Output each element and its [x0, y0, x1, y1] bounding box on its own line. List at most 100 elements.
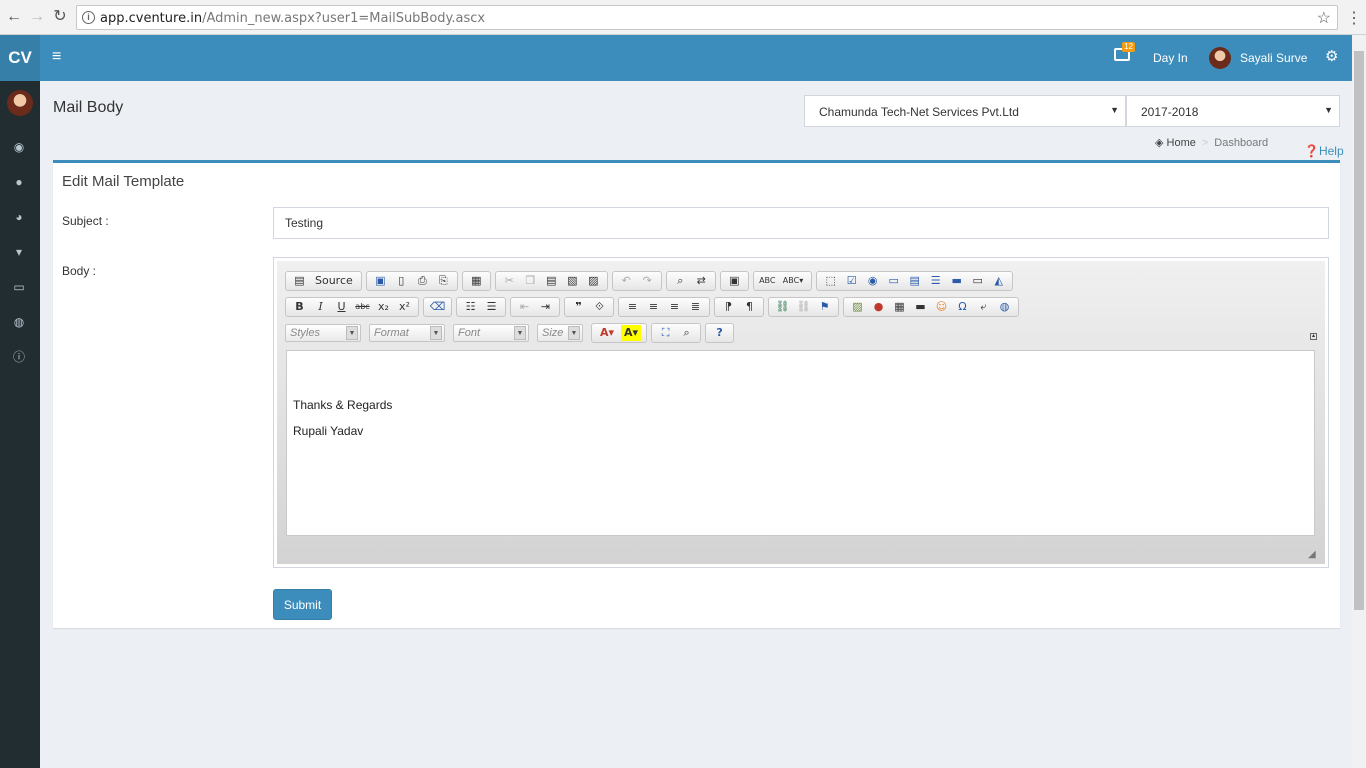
page-break-icon[interactable]: ⤶ [975, 299, 992, 315]
unlink-icon[interactable]: ⛓ [795, 299, 812, 315]
text-field-icon[interactable]: ▭ [885, 273, 902, 289]
cut-icon[interactable]: ✂ [501, 273, 518, 289]
checkbox-icon[interactable]: ☑ [843, 273, 860, 289]
scrollbar-thumb[interactable] [1354, 51, 1364, 610]
day-in-link[interactable]: Day In [1153, 51, 1188, 65]
dashboard-icon[interactable]: ◉ [11, 139, 27, 155]
paste-text-icon[interactable]: ▧ [564, 273, 581, 289]
bookmark-star-icon[interactable]: ☆ [1317, 8, 1331, 28]
copy-icon[interactable]: ❐ [522, 273, 539, 289]
sidebar-toggle-icon[interactable]: ≡ [52, 48, 61, 66]
spellcheck-icon[interactable]: ABC [759, 273, 776, 289]
new-page-icon[interactable]: ▯ [393, 273, 410, 289]
text-color-icon[interactable]: A▾ [597, 325, 617, 341]
user-avatar[interactable] [1209, 47, 1231, 69]
settings-gears-icon[interactable]: ⚙ [1325, 47, 1338, 65]
strike-icon[interactable]: abc [354, 299, 371, 315]
replace-icon[interactable]: ⇄ [693, 273, 710, 289]
underline-icon[interactable]: U [333, 299, 350, 315]
styles-dropdown[interactable]: Styles ▼ [285, 324, 361, 342]
textarea-icon[interactable]: ▤ [906, 273, 923, 289]
justify-icon[interactable]: ≣ [687, 299, 704, 315]
paste-icon[interactable]: ▤ [543, 273, 560, 289]
browser-menu-icon[interactable]: ⋮ [1346, 8, 1362, 28]
page-scrollbar[interactable] [1352, 35, 1366, 768]
print-icon[interactable]: ⎘ [435, 273, 452, 289]
indent-icon[interactable]: ⇥ [537, 299, 554, 315]
image-icon[interactable]: ▨ [849, 299, 866, 315]
reload-icon[interactable]: ↻ [51, 8, 69, 26]
breadcrumb-home[interactable]: Home [1167, 137, 1196, 149]
notification-icon[interactable]: 12 [1114, 42, 1135, 61]
align-center-icon[interactable]: ≡ [645, 299, 662, 315]
select-all-icon[interactable]: ▣ [726, 273, 743, 289]
address-bar[interactable]: i app.cventure.in/Admin_new.aspx?user1=M… [76, 5, 1338, 30]
cart-icon[interactable]: ▾ [11, 244, 27, 260]
year-select[interactable]: 2017-2018 ▼ [1126, 95, 1340, 127]
redo-icon[interactable]: ↷ [639, 273, 656, 289]
superscript-icon[interactable]: x² [396, 299, 413, 315]
subject-input[interactable] [273, 207, 1329, 239]
subscript-icon[interactable]: x₂ [375, 299, 392, 315]
format-dropdown[interactable]: Format ▼ [369, 324, 445, 342]
ltr-icon[interactable]: ⁋ [720, 299, 737, 315]
forward-icon[interactable]: → [28, 8, 46, 26]
italic-icon[interactable]: I [312, 299, 329, 315]
bold-icon[interactable]: B [291, 299, 308, 315]
smiley-icon[interactable]: ☺ [933, 299, 950, 315]
button-field-icon[interactable]: ▬ [948, 273, 965, 289]
pie-chart-icon[interactable]: ◕ [11, 209, 27, 225]
select-field-icon[interactable]: ☰ [927, 273, 944, 289]
logo[interactable]: CV [0, 35, 40, 81]
url-text[interactable]: app.cventure.in/Admin_new.aspx?user1=Mai… [100, 11, 485, 26]
credit-card-icon[interactable]: ▭ [11, 279, 27, 295]
editor-content[interactable]: Thanks & Regards Rupali Yadav [286, 350, 1315, 536]
remove-format-icon[interactable]: ⌫ [429, 299, 446, 315]
flash-icon[interactable]: ● [870, 299, 887, 315]
form-icon[interactable]: ⬚ [822, 273, 839, 289]
horizontal-rule-icon[interactable]: ▬ [912, 299, 929, 315]
size-dropdown[interactable]: Size ▼ [537, 324, 583, 342]
find-icon[interactable]: ⌕ [672, 273, 689, 289]
special-char-icon[interactable]: Ω [954, 299, 971, 315]
templates-icon[interactable]: ▦ [468, 273, 485, 289]
submit-button[interactable]: Submit [273, 589, 332, 620]
numbered-list-icon[interactable]: ☷ [462, 299, 479, 315]
about-icon[interactable]: ? [711, 325, 728, 341]
radio-icon[interactable]: ◉ [864, 273, 881, 289]
anchor-icon[interactable]: ⚑ [816, 299, 833, 315]
save-icon[interactable]: ▣ [372, 273, 389, 289]
info-icon[interactable]: ⓘ [11, 349, 27, 365]
user-icon[interactable]: ● [11, 174, 27, 190]
maximize-icon[interactable]: ⛶ [657, 325, 674, 341]
scayt-icon[interactable]: ABC▾ [780, 273, 806, 289]
paste-word-icon[interactable]: ▨ [585, 273, 602, 289]
iframe-icon[interactable]: ◍ [996, 299, 1013, 315]
globe-icon[interactable]: ◍ [11, 314, 27, 330]
rtl-icon[interactable]: ¶ [741, 299, 758, 315]
show-blocks-icon[interactable]: ⌕ [678, 325, 695, 341]
collapse-toolbar-icon[interactable]: ▴ [1310, 333, 1317, 340]
div-icon[interactable]: ⟐ [591, 299, 608, 315]
source-button[interactable]: Source [312, 273, 356, 289]
site-info-icon[interactable]: i [82, 11, 95, 24]
user-name[interactable]: Sayali Surve [1240, 51, 1307, 65]
image-button-icon[interactable]: ▭ [969, 273, 986, 289]
align-left-icon[interactable]: ≡ [624, 299, 641, 315]
company-select[interactable]: Chamunda Tech-Net Services Pvt.Ltd ▼ [804, 95, 1126, 127]
bulleted-list-icon[interactable]: ☰ [483, 299, 500, 315]
undo-icon[interactable]: ↶ [618, 273, 635, 289]
resize-handle-icon[interactable]: ◢ [1308, 550, 1318, 560]
align-right-icon[interactable]: ≡ [666, 299, 683, 315]
table-icon[interactable]: ▦ [891, 299, 908, 315]
help-link[interactable]: ❓Help [1304, 144, 1344, 158]
font-dropdown[interactable]: Font ▼ [453, 324, 529, 342]
blockquote-icon[interactable]: ❞ [570, 299, 587, 315]
outdent-icon[interactable]: ⇤ [516, 299, 533, 315]
hidden-field-icon[interactable]: ◭ [990, 273, 1007, 289]
background-color-icon[interactable]: A▾ [621, 325, 642, 341]
back-icon[interactable]: ← [5, 8, 23, 26]
source-icon[interactable]: ▤ [291, 273, 308, 289]
link-icon[interactable]: ⛓ [774, 299, 791, 315]
preview-icon[interactable]: ⎙ [414, 273, 431, 289]
